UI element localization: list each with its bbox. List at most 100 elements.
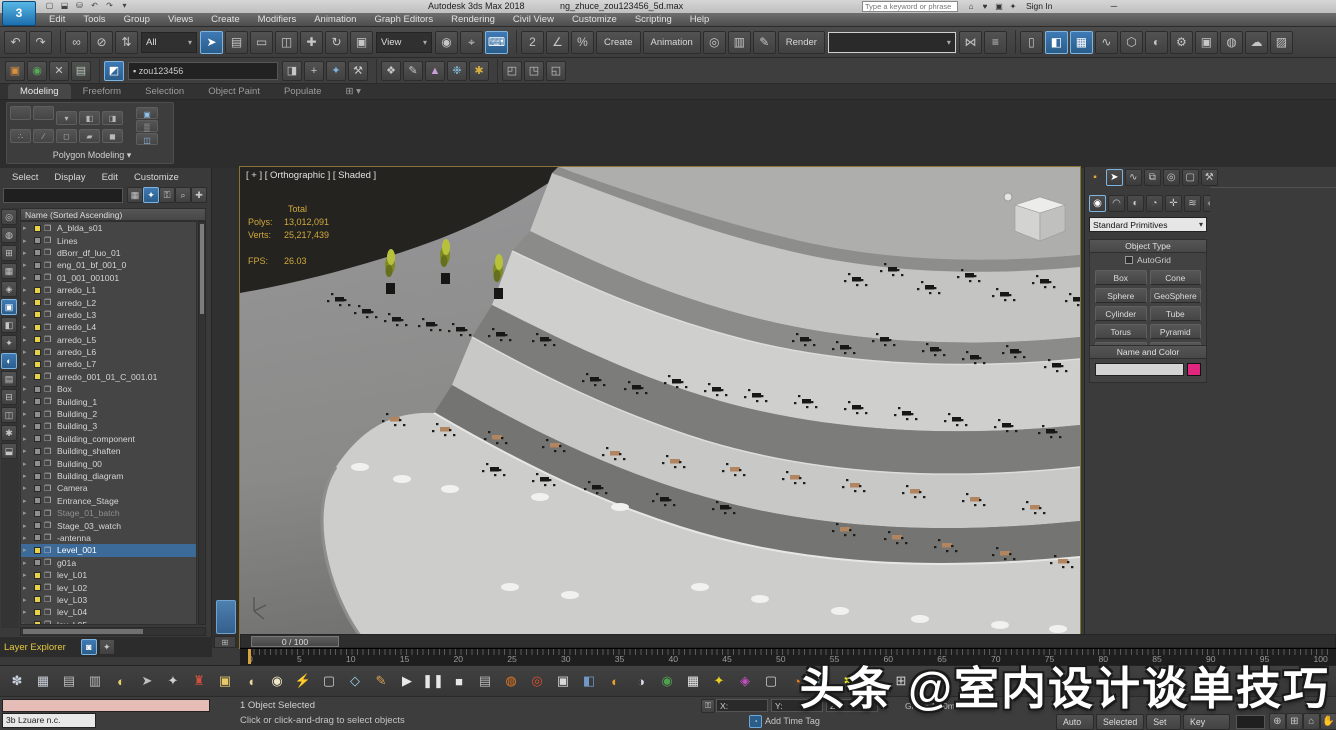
- align-icon[interactable]: ≡: [984, 31, 1007, 54]
- scene-object-row[interactable]: ▸ ❒ eng_01_bf_001_0: [21, 259, 196, 271]
- ribbon-tab[interactable]: Freeform: [71, 84, 134, 99]
- autogrid-checkbox[interactable]: [1125, 256, 1133, 264]
- container-c-icon[interactable]: ◱: [546, 61, 566, 81]
- scene-object-row[interactable]: ▸ ❒ lev_L03: [21, 594, 196, 606]
- qa-redo-icon[interactable]: ↷: [102, 0, 117, 11]
- scene-object-name[interactable]: Building_3: [57, 421, 97, 431]
- scene-explorer-vscrollbar[interactable]: [198, 221, 206, 625]
- draw-tool-icon[interactable]: ✎: [403, 61, 423, 81]
- expand-arrow-icon[interactable]: ▸: [23, 621, 31, 625]
- subdiv-dropdown[interactable]: ▾: [56, 111, 77, 125]
- scene-object-row[interactable]: ▸ ❒ -antenna: [21, 532, 196, 544]
- asset-library-icon[interactable]: ▣: [5, 61, 25, 81]
- visibility-dot-icon[interactable]: [34, 225, 41, 232]
- render-in-cloud-icon[interactable]: ☁: [1245, 31, 1268, 54]
- scene-object-row[interactable]: ▸ ❒ Building_component: [21, 433, 196, 445]
- search-icon[interactable]: ⌕: [175, 187, 191, 203]
- display-bones-icon[interactable]: ⊟: [1, 389, 17, 405]
- visibility-dot-icon[interactable]: [34, 609, 41, 616]
- scene-object-row[interactable]: ▸ ❒ Camera: [21, 482, 196, 494]
- visibility-dot-icon[interactable]: [34, 262, 41, 269]
- visibility-dot-icon[interactable]: [34, 596, 41, 603]
- visibility-dot-icon[interactable]: [34, 349, 41, 356]
- scene-object-row[interactable]: ▸ ❒ Building_2: [21, 408, 196, 420]
- rectangular-selection-region-icon[interactable]: ▭: [250, 31, 273, 54]
- object-type-header[interactable]: Object Type: [1090, 240, 1206, 253]
- menu-item[interactable]: Civil View: [504, 13, 563, 27]
- select-and-manipulate-icon[interactable]: ⌖: [460, 31, 483, 54]
- edit-mode-b-button[interactable]: ◨: [102, 111, 123, 125]
- create-button[interactable]: Create: [596, 31, 641, 54]
- use-pivot-point-center-icon[interactable]: ◉: [435, 31, 458, 54]
- apps-icon[interactable]: ▣: [992, 1, 1006, 12]
- scene-object-row[interactable]: ▸ ❒ 01_001_001001: [21, 272, 196, 284]
- visibility-dot-icon[interactable]: [34, 534, 41, 541]
- angle-snap-toggle-icon[interactable]: ∠: [546, 31, 569, 54]
- toggle-layer-explorer-icon[interactable]: ◧: [1045, 31, 1068, 54]
- open-file-icon[interactable]: ⬓: [57, 0, 72, 11]
- expand-arrow-icon[interactable]: ▸: [23, 608, 31, 616]
- scene-object-name[interactable]: dBorr_df_luo_01: [57, 248, 121, 258]
- visibility-dot-icon[interactable]: [34, 473, 41, 480]
- curve-editor-icon[interactable]: ∿: [1095, 31, 1118, 54]
- visibility-dot-icon[interactable]: [34, 249, 41, 256]
- expand-arrow-icon[interactable]: ▸: [23, 299, 31, 307]
- display-lights-icon[interactable]: ▦: [1, 263, 17, 279]
- border-mode-button[interactable]: ◻: [56, 129, 77, 143]
- cat-shapes[interactable]: ◠: [1108, 195, 1125, 212]
- scene-object-name[interactable]: lev_L04: [57, 607, 87, 617]
- sign-in-button[interactable]: Sign In: [1026, 1, 1052, 11]
- scene-object-row[interactable]: ▸ ❒ lev_L04: [21, 606, 196, 618]
- expand-arrow-icon[interactable]: ▸: [23, 336, 31, 344]
- scene-object-row[interactable]: ▸ ❒ Entrance_Stage: [21, 495, 196, 507]
- snaps-toggle-icon[interactable]: 2: [521, 31, 544, 54]
- cat-cameras[interactable]: ◔: [1146, 195, 1163, 212]
- expand-arrow-icon[interactable]: ▸: [23, 348, 31, 356]
- expand-arrow-icon[interactable]: ▸: [23, 484, 31, 492]
- scene-object-row[interactable]: ▸ ❒ arredo_L5: [21, 334, 196, 346]
- ribbon-tab[interactable]: Modeling: [8, 84, 71, 99]
- scene-object-row[interactable]: ▸ ❒ Box: [21, 383, 196, 395]
- character-tool-icon[interactable]: ✦: [326, 61, 346, 81]
- primitive-button[interactable]: Cylinder: [1095, 306, 1147, 321]
- expand-arrow-icon[interactable]: ▸: [23, 546, 31, 554]
- expand-arrow-icon[interactable]: ▸: [23, 584, 31, 592]
- scene-object-name[interactable]: lev_L05: [57, 620, 87, 625]
- container-a-icon[interactable]: ◰: [502, 61, 522, 81]
- layer-manager-icon[interactable]: ▥: [728, 31, 751, 54]
- rigging-tool-icon[interactable]: ⚒: [348, 61, 368, 81]
- tab-display[interactable]: ▢: [1182, 169, 1199, 186]
- perspective-viewport[interactable]: [ + ] [ Orthographic ] [ Shaded ] Total …: [240, 167, 1080, 648]
- time-slider-track[interactable]: 0 / 100: [240, 634, 1336, 648]
- scene-object-row[interactable]: ▸ ❒ Stage_01_batch: [21, 507, 196, 519]
- keyboard-shortcut-override-icon[interactable]: ⌨: [485, 31, 508, 54]
- new-scene-icon[interactable]: ▢: [42, 0, 57, 11]
- edit-mode-a-button[interactable]: ◧: [79, 111, 100, 125]
- visibility-dot-icon[interactable]: [34, 398, 41, 405]
- select-and-scale-icon[interactable]: ▣: [350, 31, 373, 54]
- scene-object-name[interactable]: eng_01_bf_001_0: [57, 260, 126, 270]
- select-by-name-icon[interactable]: ▤: [225, 31, 248, 54]
- cat-helpers[interactable]: ✛: [1165, 195, 1182, 212]
- visibility-dot-icon[interactable]: [34, 287, 41, 294]
- rendered-frame-window-icon[interactable]: ▣: [1195, 31, 1218, 54]
- visibility-dot-icon[interactable]: [34, 547, 41, 554]
- scene-object-name[interactable]: Building_shaften: [57, 446, 121, 456]
- visibility-dot-icon[interactable]: [34, 584, 41, 591]
- primitive-button[interactable]: Pyramid: [1150, 324, 1202, 339]
- scene-object-row[interactable]: ▸ ❒ arredo_001_01_C_001.01: [21, 371, 196, 383]
- scene-object-row[interactable]: ▸ ❒ Level_001: [21, 544, 196, 556]
- pick-parent-icon[interactable]: ✚: [191, 187, 207, 203]
- render-production-icon[interactable]: ◍: [1220, 31, 1243, 54]
- scene-object-row[interactable]: ▸ ❒ dBorr_df_luo_01: [21, 247, 196, 259]
- smooth-button[interactable]: [33, 106, 54, 120]
- tab-utilities[interactable]: ⚒: [1201, 169, 1218, 186]
- scene-object-row[interactable]: ▸ ❒ lev_L05: [21, 619, 196, 626]
- scene-object-row[interactable]: ▸ ❒ Building_3: [21, 420, 196, 432]
- render-shortcut-button[interactable]: Render: [778, 31, 825, 54]
- menu-item[interactable]: Animation: [305, 13, 365, 27]
- lock-explorer-icon[interactable]: ⚿: [159, 187, 175, 203]
- expand-arrow-icon[interactable]: ▸: [23, 460, 31, 468]
- tab-motion[interactable]: ◎: [1163, 169, 1180, 186]
- scene-object-row[interactable]: ▸ ❒ arredo_L7: [21, 358, 196, 370]
